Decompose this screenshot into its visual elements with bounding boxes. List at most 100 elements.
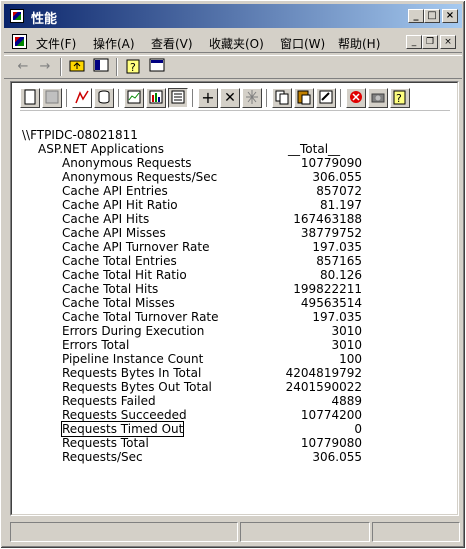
maximize-button[interactable]: □ [424,9,440,23]
help-icon[interactable]: ? [124,58,142,76]
counter-row[interactable]: Requests Bytes In Total 4204819792 [62,366,362,380]
counter-name: Cache API Entries [62,184,168,198]
up-folder-icon[interactable] [68,58,86,76]
counter-row[interactable]: Cache API Entries 857072 [62,184,362,198]
counter-row[interactable]: Cache API Hit Ratio 81.197 [62,198,362,212]
counter-row[interactable]: Requests/Sec 306.055 [62,450,362,464]
copy-icon[interactable] [272,88,292,108]
counter-row[interactable]: Cache API Hits 167463188 [62,212,362,226]
child-close-button[interactable]: × [440,35,456,49]
console-doc-icon[interactable] [12,34,27,49]
status-panel [240,522,370,542]
counter-name: Cache Total Hit Ratio [62,268,187,282]
navigation-toolbar: ← → ? [4,55,462,79]
counter-name: Pipeline Instance Count [62,352,204,366]
counter-value: 167463188 [293,212,362,226]
child-restore-button[interactable]: ❐ [422,35,438,49]
view-report-icon[interactable] [168,88,188,108]
toolbar-separator [116,58,118,76]
counter-name: Anonymous Requests [62,156,192,170]
update-data-icon[interactable] [368,88,388,108]
instance-column-header: __Total__ [288,142,341,156]
counter-row[interactable]: Cache Total Hit Ratio 80.126 [62,268,362,282]
counter-row[interactable]: Cache Total Misses 49563514 [62,296,362,310]
menu-favorites[interactable]: 收藏夹(O) [209,35,264,52]
delete-icon[interactable]: ✕ [220,88,240,108]
counter-name: Cache Total Turnover Rate [62,310,219,324]
counter-value: 306.055 [312,170,362,184]
counter-row[interactable]: Requests Bytes Out Total 2401590022 [62,380,362,394]
counter-row[interactable]: Anonymous Requests/Sec 306.055 [62,170,362,184]
status-panel [10,522,238,542]
counter-row[interactable]: Pipeline Instance Count 100 [62,352,362,366]
counter-row[interactable]: Errors Total 3010 [62,338,362,352]
menu-bar: 文件(F) 操作(A) 查看(V) 收藏夹(O) 窗口(W) 帮助(H) _ ❐… [4,31,462,53]
counter-name: Cache Total Hits [62,282,159,296]
toolbar-separator [266,89,268,107]
counter-value: 3010 [331,338,362,352]
new-counter-set-icon[interactable] [20,88,40,108]
counter-row[interactable]: Cache Total Turnover Rate 197.035 [62,310,362,324]
counter-name: Requests Failed [62,394,156,408]
menu-action[interactable]: 操作(A) [93,35,135,52]
counter-row[interactable]: Cache API Misses 38779752 [62,226,362,240]
menu-help[interactable]: 帮助(H) [338,35,380,52]
machine-name: \\FTPIDC-08021811 [22,128,138,142]
counter-value: 857165 [316,254,362,268]
counter-name: Errors During Execution [62,324,205,338]
menu-window[interactable]: 窗口(W) [280,35,325,52]
highlight-icon[interactable] [242,88,262,108]
view-log-data-icon[interactable] [94,88,114,108]
counter-name: Cache API Hits [62,212,150,226]
add-icon[interactable]: + [198,88,218,108]
clear-display-icon[interactable] [42,88,62,108]
counter-name: Requests Total [62,436,149,450]
counter-row[interactable]: Requests Timed Out 0 [60,421,362,437]
menu-file[interactable]: 文件(F) [36,35,76,52]
counter-name: Cache API Turnover Rate [62,240,210,254]
minimize-button[interactable]: _ [408,9,424,23]
console-icon[interactable] [148,58,166,76]
view-histogram-icon[interactable] [146,88,166,108]
counter-value: 4204819792 [285,366,362,380]
status-bar [4,520,462,544]
close-button[interactable]: × [442,9,458,23]
counter-name: Requests Bytes In Total [62,366,202,380]
toolbar-separator [118,89,120,107]
counter-row[interactable]: Requests Total 10779080 [62,436,362,450]
counter-name: Cache API Misses [62,226,166,240]
title-bar[interactable]: 性能 _ □ × [4,4,462,28]
counter-name: Requests Bytes Out Total [62,380,212,394]
back-arrow-icon[interactable]: ← [14,58,32,76]
object-name: ASP.NET Applications [38,142,165,156]
counter-row[interactable]: Cache API Turnover Rate 197.035 [62,240,362,254]
counter-value: 3010 [331,324,362,338]
counter-value: 306.055 [312,450,362,464]
system-monitor-pane: + ✕ ? \\FTPIDC-08021811 ASP.NET Applicat… [10,81,459,516]
forward-arrow-icon[interactable]: → [36,58,54,76]
freeze-icon[interactable] [346,88,366,108]
svg-text:?: ? [396,92,402,105]
counter-row[interactable]: Cache Total Hits 199822211 [62,282,362,296]
counter-name: Cache API Hit Ratio [62,198,178,212]
counter-row[interactable]: Requests Succeeded 10774200 [62,408,362,422]
show-tree-icon[interactable] [92,58,110,76]
view-current-activity-icon[interactable] [72,88,92,108]
counter-value: 857072 [316,184,362,198]
counter-value: 80.126 [320,268,362,282]
menu-view[interactable]: 查看(V) [151,35,193,52]
view-chart-icon[interactable] [124,88,144,108]
counter-value: 81.197 [320,198,362,212]
help-icon[interactable]: ? [390,88,410,108]
counter-row[interactable]: Errors During Execution 3010 [62,324,362,338]
counter-value: 2401590022 [285,380,362,394]
performance-window: 性能 _ □ × 文件(F) 操作(A) 查看(V) 收藏夹(O) 窗口(W) … [0,0,466,549]
counter-row[interactable]: Requests Failed 4889 [62,394,362,408]
performance-app-icon[interactable] [10,9,24,23]
counter-row[interactable]: Cache Total Entries 857165 [62,254,362,268]
properties-icon[interactable] [316,88,336,108]
child-minimize-button[interactable]: _ [406,35,422,49]
counter-value: 199822211 [293,282,362,296]
counter-row[interactable]: Anonymous Requests 10779090 [62,156,362,170]
paste-icon[interactable] [294,88,314,108]
